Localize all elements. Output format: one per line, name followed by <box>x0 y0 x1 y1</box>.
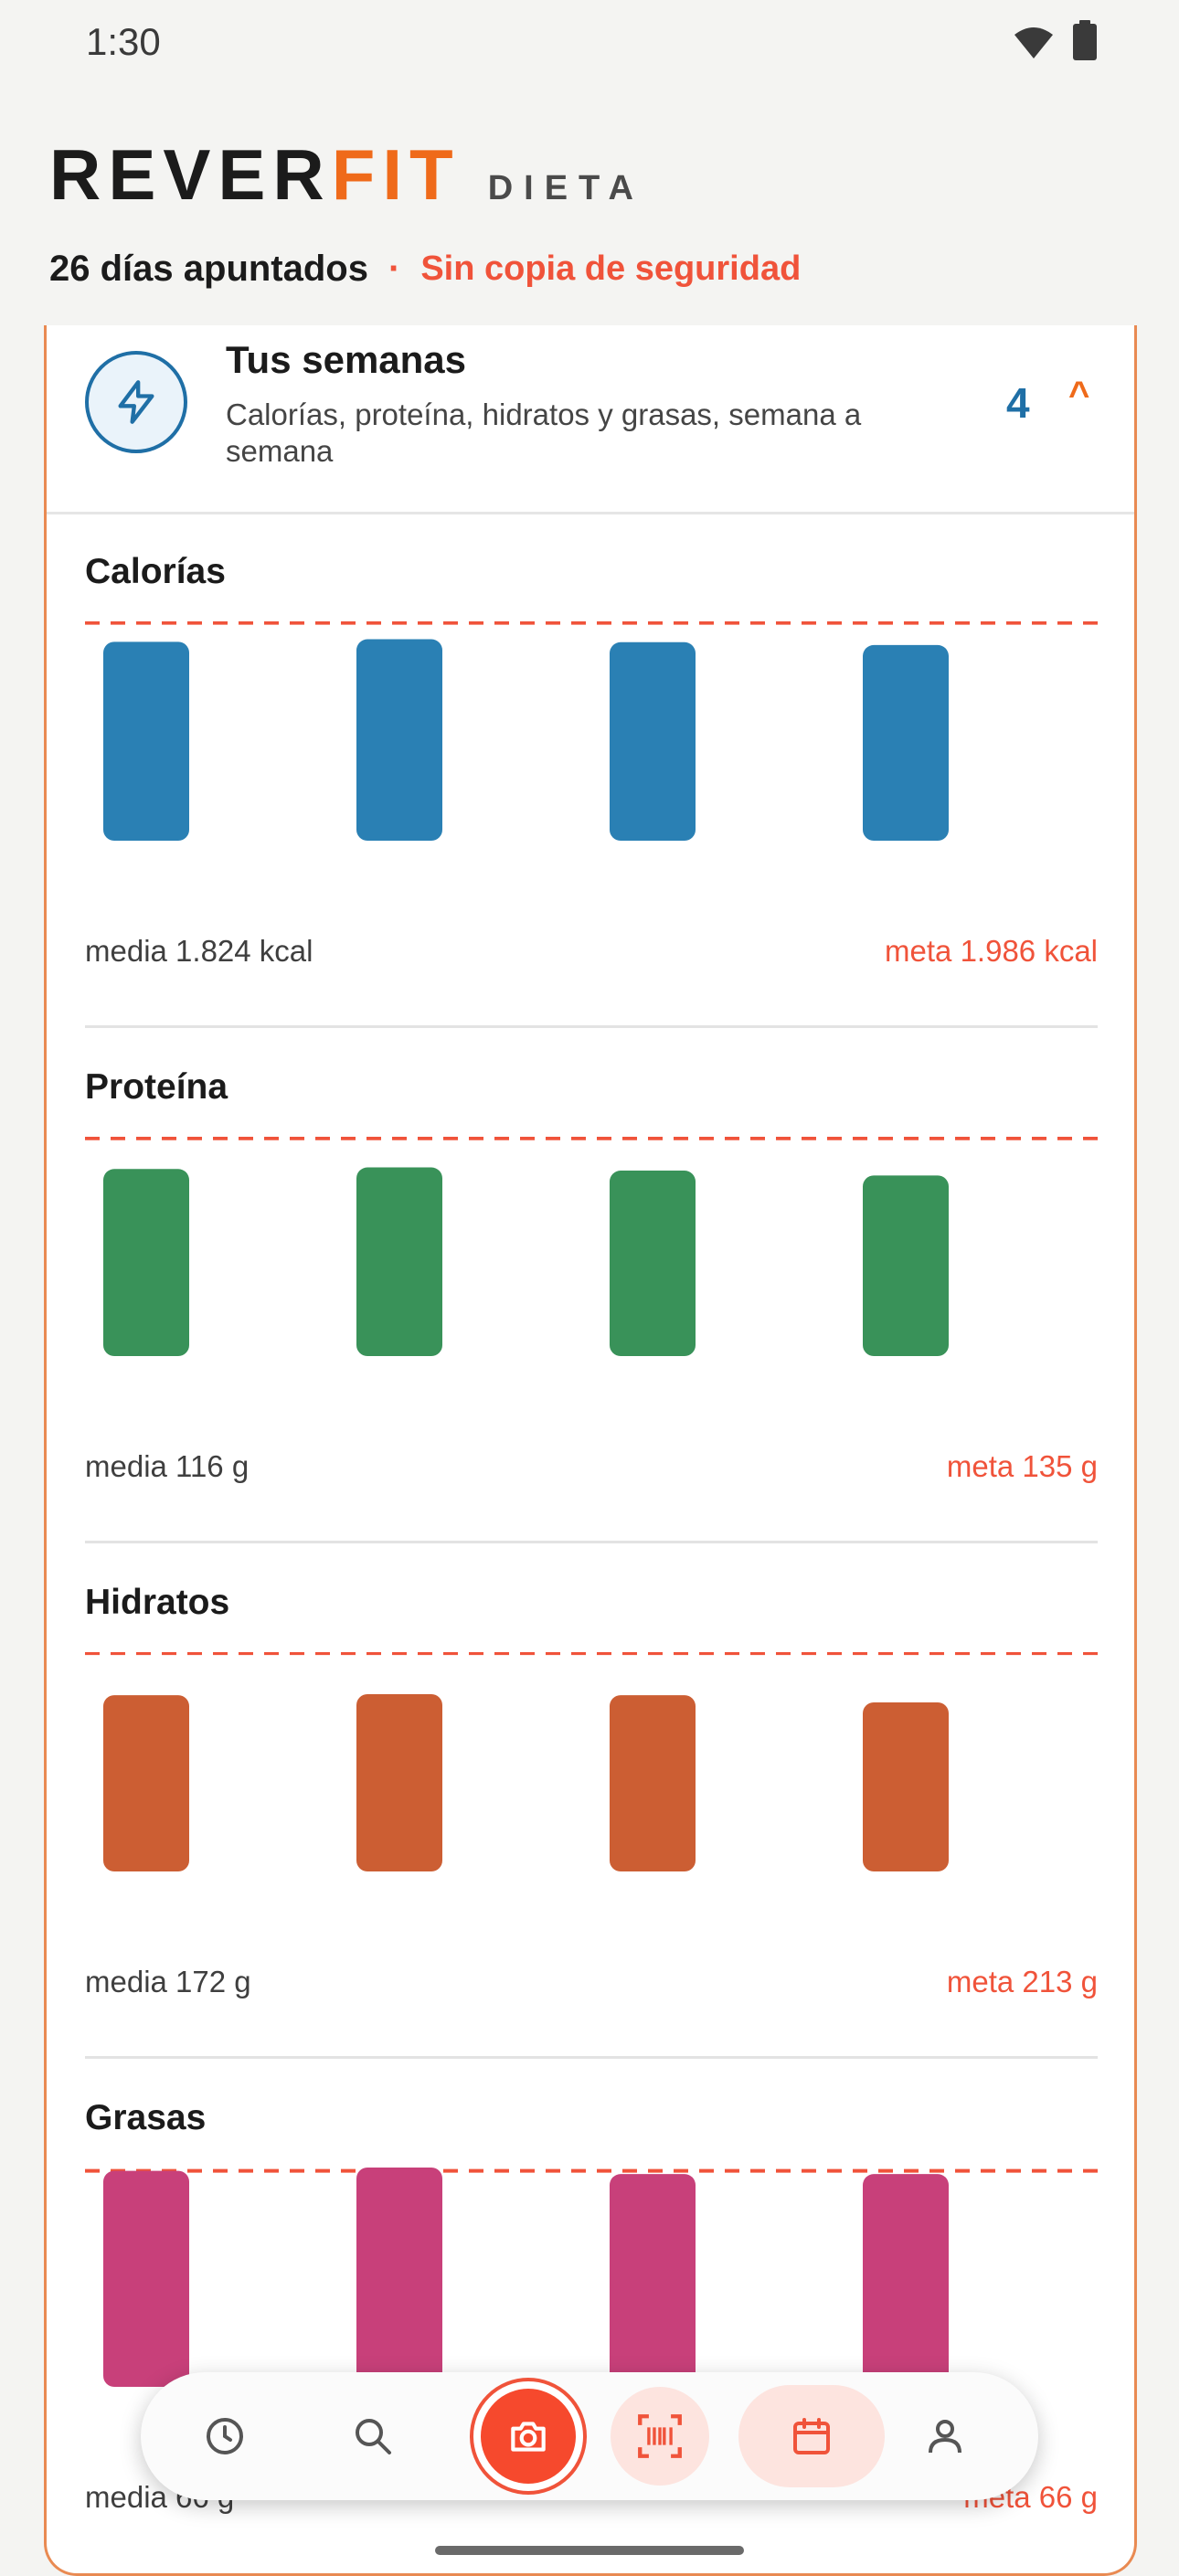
week-bar[interactable] <box>610 641 696 841</box>
chart-protein <box>85 1137 1098 1356</box>
section-title: Grasas <box>85 2098 207 2137</box>
average-label: media 116 g <box>85 1449 250 1483</box>
summary-line: 26 días apuntados · Sin copia de segurid… <box>49 249 801 290</box>
week-bar[interactable] <box>610 1171 696 1356</box>
week-bar[interactable] <box>356 1693 442 1871</box>
logo-rever: REVER <box>49 134 332 215</box>
nav-camera[interactable] <box>470 2378 587 2495</box>
collapse-icon[interactable]: ^ <box>1068 375 1089 416</box>
nav-barcode[interactable] <box>611 2387 709 2486</box>
nav-profile[interactable] <box>916 2407 974 2465</box>
calendar-icon <box>793 2418 830 2454</box>
logo-fit: FIT <box>331 134 461 215</box>
weeks-count: 4 <box>1006 379 1030 427</box>
status-bar: 1:30 <box>0 0 1179 84</box>
week-bar[interactable] <box>610 2174 696 2387</box>
history-icon <box>207 2418 243 2454</box>
battery-icon <box>1073 20 1097 60</box>
goal-label: meta 213 g <box>946 1965 1098 1998</box>
week-bar[interactable] <box>103 641 189 841</box>
section-carbs: Hidratos media 172 g meta 213 g <box>85 1542 1098 2059</box>
bolt-icon <box>85 351 187 453</box>
search-icon <box>356 2419 391 2454</box>
home-indicator <box>435 2546 744 2555</box>
camera-icon <box>511 2422 546 2452</box>
status-time: 1:30 <box>86 20 161 63</box>
week-bar[interactable] <box>863 1175 949 1356</box>
week-bar[interactable] <box>610 1695 696 1871</box>
nav-calendar[interactable] <box>738 2385 885 2487</box>
nav-search[interactable] <box>344 2407 402 2465</box>
week-bar[interactable] <box>103 1695 189 1871</box>
chart-calories <box>85 621 1098 841</box>
week-bar[interactable] <box>863 644 949 841</box>
weeks-card: Tus semanas Calorías, proteína, hidratos… <box>44 325 1137 2576</box>
days-logged: 26 días apuntados <box>49 249 368 289</box>
chart-carbs <box>85 1652 1098 1871</box>
week-bar[interactable] <box>103 1169 189 1356</box>
bottom-nav <box>141 2372 1038 2500</box>
week-bar[interactable] <box>103 2170 189 2387</box>
average-label: media 1.824 kcal <box>85 934 313 968</box>
summary-separator: · <box>388 249 401 289</box>
week-bar[interactable] <box>356 2168 442 2387</box>
nav-history[interactable] <box>196 2407 254 2465</box>
section-title: Hidratos <box>85 1583 230 1622</box>
app-logo: REVER FIT DIETA <box>49 133 644 215</box>
week-bar[interactable] <box>863 1701 949 1871</box>
weeks-description: Calorías, proteína, hidratos y grasas, s… <box>226 398 862 468</box>
section-title: Calorías <box>85 552 226 591</box>
weeks-title: Tus semanas <box>226 338 467 381</box>
wifi-icon <box>1014 27 1053 58</box>
goal-label: meta 1.986 kcal <box>885 934 1098 968</box>
camera-button-fill <box>481 2389 576 2484</box>
goal-label: meta 135 g <box>946 1449 1098 1483</box>
section-calories: Calorías media 1.824 kcal meta 1.986 kca… <box>85 512 1098 1028</box>
average-label: media 172 g <box>85 1965 251 1998</box>
week-bar[interactable] <box>356 1167 442 1356</box>
backup-warning[interactable]: Sin copia de seguridad <box>420 249 801 289</box>
weeks-header[interactable]: Tus semanas Calorías, proteína, hidratos… <box>47 325 1134 514</box>
barcode-scan-icon <box>638 2414 682 2458</box>
week-bar[interactable] <box>356 639 442 841</box>
profile-icon <box>929 2420 961 2454</box>
week-bar[interactable] <box>863 2174 949 2387</box>
section-label: DIETA <box>487 169 644 207</box>
section-title: Proteína <box>85 1067 228 1107</box>
section-protein: Proteína media 116 g meta 135 g <box>85 1027 1098 1543</box>
